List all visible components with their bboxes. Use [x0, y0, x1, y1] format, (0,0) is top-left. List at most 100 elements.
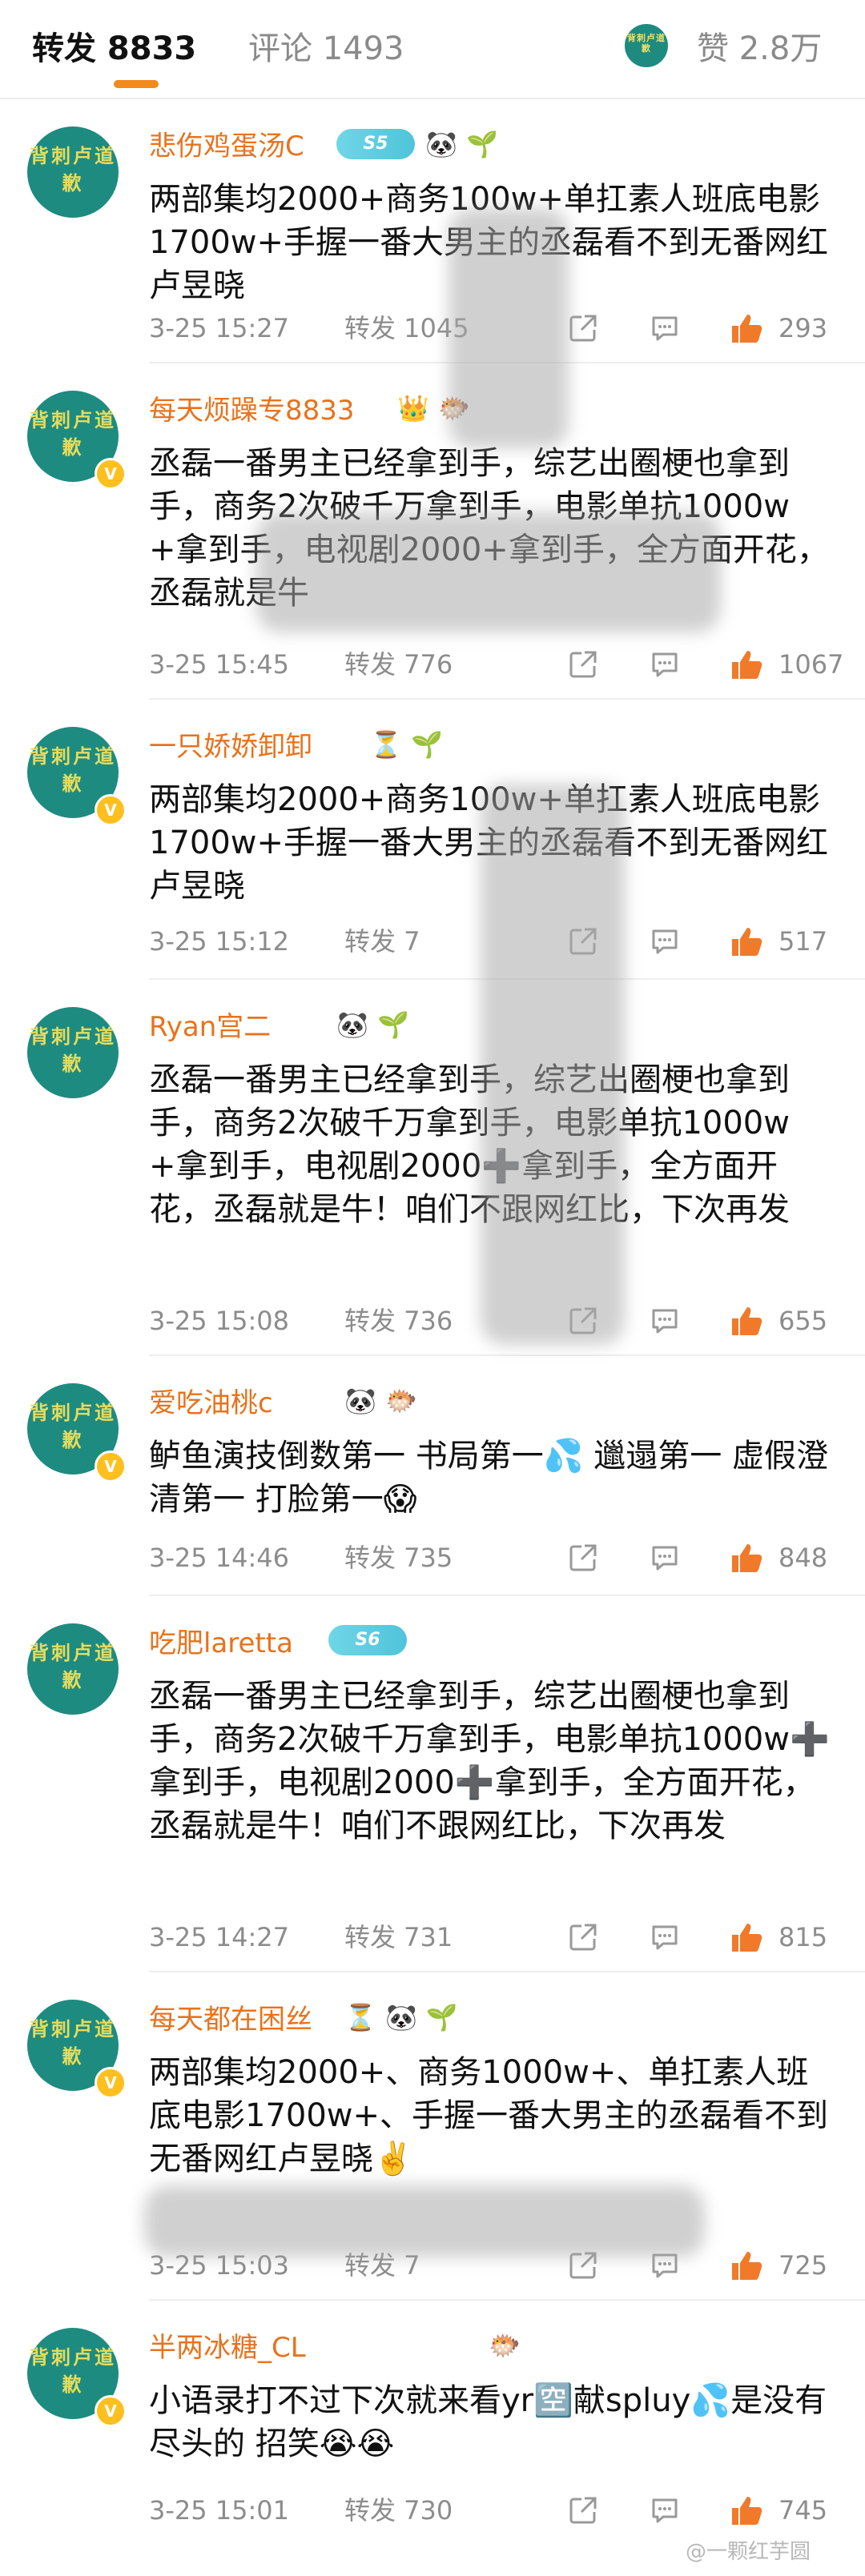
username[interactable]: 悲伤鸡蛋汤C	[149, 126, 304, 167]
comment-icon	[652, 1309, 678, 1334]
repost-text: 丞磊一番男主已经拿到手，综艺出圈梗也拿到手，商务2次破千万拿到手，电影单抗100…	[149, 1678, 830, 1844]
share-button[interactable]	[567, 1539, 602, 1577]
comment-button[interactable]	[649, 1918, 684, 1956]
comment-button[interactable]	[649, 1302, 684, 1340]
verified-badge-icon: V	[95, 2067, 127, 2099]
tab-bar: 转发 8833 评论 1493 背刺卢道歉 赞 2.8万	[0, 0, 865, 99]
thumbs-up-icon	[732, 928, 762, 956]
like-count: 725	[778, 2250, 828, 2281]
timestamp: 3-25 15:08	[149, 1306, 290, 1336]
verified-badge-icon: V	[95, 794, 127, 826]
username[interactable]: 每天烦躁专8833	[149, 391, 355, 431]
comment-button[interactable]	[649, 2491, 684, 2530]
timestamp: 3-25 14:46	[149, 1543, 290, 1573]
privacy-blur	[256, 512, 721, 632]
tab-repost[interactable]: 转发 8833	[32, 27, 196, 70]
panda-badge-icon: 🐼	[336, 1009, 368, 1040]
sprout-badge-icon: 🌱	[410, 729, 443, 760]
comment-icon	[652, 2498, 678, 2523]
thumbs-up-icon	[732, 1544, 762, 1572]
comment-button[interactable]	[649, 922, 684, 961]
repost-count: 转发 735	[344, 1543, 453, 1573]
like-button[interactable]: 745	[729, 2491, 849, 2530]
username[interactable]: 每天都在困丝	[149, 2000, 312, 2040]
share-icon	[569, 315, 597, 342]
like-count: 815	[778, 1922, 828, 1952]
like-button[interactable]: 1067	[729, 645, 849, 684]
timestamp: 3-25 15:12	[149, 926, 290, 957]
sprout-badge-icon: 🌱	[425, 2002, 458, 2032]
comment-button[interactable]	[649, 645, 684, 684]
user-badges: S6	[328, 1625, 413, 1662]
hourglass-badge-icon: ⏳	[370, 729, 402, 760]
share-button[interactable]	[567, 1918, 602, 1956]
comment-icon	[652, 929, 678, 954]
avatar[interactable]: 背刺卢道歉	[27, 1623, 119, 1715]
share-icon	[569, 1924, 597, 1951]
thumbs-up-icon	[732, 651, 762, 679]
user-badges: 🐼 🌱	[336, 1009, 414, 1045]
like-button[interactable]: 725	[729, 2246, 849, 2285]
comment-icon	[652, 652, 678, 677]
like-count: 848	[778, 1543, 828, 1573]
username[interactable]: 爱吃油桃c	[149, 1383, 273, 1423]
like-button[interactable]: 655	[729, 1302, 849, 1340]
timestamp: 3-25 15:01	[149, 2495, 290, 2526]
tab-likes[interactable]: 赞 2.8万	[697, 27, 822, 70]
user-badges: 🐡	[489, 2329, 525, 2366]
share-button[interactable]	[567, 645, 602, 684]
level-badge: S6	[328, 1625, 407, 1655]
username[interactable]: 吃肥laretta	[149, 1623, 293, 1663]
share-button[interactable]	[567, 2491, 602, 2530]
repost-item: 背刺卢道歉 V 半两冰糖_CL 🐡 小语录打不过下次就来看yr🈳献spluy💦是…	[0, 2301, 865, 2549]
panda-badge-icon: 🐼	[344, 1386, 376, 1416]
timestamp: 3-25 15:27	[149, 313, 290, 343]
user-badges: S5 🐼 🌱	[336, 128, 503, 165]
like-count: 1067	[778, 649, 844, 680]
privacy-blur	[481, 784, 625, 1345]
repost-text: 小语录打不过下次就来看yr🈳献spluy💦是没有尽头的 招笑😭😭	[149, 2382, 827, 2462]
repost-item: 背刺卢道歉 V 爱吃油桃c 🐼 🐡 鲈鱼演技倒数第一 书局第一💦 邋遢第一 虚假…	[0, 1356, 865, 1596]
user-badges: ⏳ 🐼 🌱	[344, 2001, 463, 2038]
like-button[interactable]: 848	[729, 1539, 849, 1577]
like-button[interactable]: 517	[729, 922, 849, 961]
hourglass-badge-icon: ⏳	[344, 2002, 376, 2032]
pufferfish-badge-icon: 🐡	[489, 2330, 521, 2361]
privacy-blur	[449, 208, 569, 448]
comment-button[interactable]	[649, 309, 684, 347]
like-button[interactable]: 293	[729, 309, 849, 347]
thumbs-up-icon	[732, 1924, 762, 1952]
comment-button[interactable]	[649, 1539, 684, 1577]
thumbs-up-icon	[732, 2252, 762, 2280]
author-avatar-small[interactable]: 背刺卢道歉	[625, 24, 668, 67]
repost-item: 背刺卢道歉 悲伤鸡蛋汤C S5 🐼 🌱 两部集均2000+商务100w+单扛素人…	[0, 99, 865, 363]
repost-count: 转发 7	[344, 926, 420, 957]
thumbs-up-icon	[732, 1307, 762, 1335]
username[interactable]: 一只娇娇卸卸	[149, 727, 312, 767]
username[interactable]: 半两冰糖_CL	[149, 2328, 306, 2368]
panda-badge-icon: 🐼	[384, 2002, 417, 2032]
privacy-blur	[144, 2185, 705, 2257]
avatar[interactable]: 背刺卢道歉	[27, 1007, 119, 1098]
repost-item: 背刺卢道歉 V 一只娇娇卸卸 ⏳ 🌱 两部集均2000+商务100w+单扛素人班…	[0, 700, 865, 980]
like-button[interactable]: 815	[729, 1918, 849, 1956]
sprout-badge-icon: 🌱	[466, 129, 498, 159]
user-badges: ⏳ 🌱	[370, 728, 448, 765]
thumbs-up-icon	[732, 315, 762, 343]
level-badge: S5	[336, 129, 415, 159]
like-count: 745	[778, 2495, 828, 2526]
tab-comments[interactable]: 评论 1493	[248, 27, 404, 70]
repost-item: 背刺卢道歉 吃肥laretta S6 丞磊一番男主已经拿到手，综艺出圈梗也拿到手…	[0, 1596, 865, 1972]
verified-badge-icon: V	[95, 458, 127, 490]
panda-badge-icon: 🐼	[425, 129, 457, 159]
avatar[interactable]: 背刺卢道歉	[27, 126, 119, 218]
username[interactable]: Ryan宫二	[149, 1007, 271, 1047]
repost-item: 背刺卢道歉 Ryan宫二 🐼 🌱 丞磊一番男主已经拿到手，综艺出圈梗也拿到手，商…	[0, 980, 865, 1356]
sprout-badge-icon: 🌱	[376, 1009, 409, 1040]
timestamp: 3-25 15:45	[149, 649, 290, 680]
share-button[interactable]	[567, 309, 602, 347]
comment-icon	[652, 1925, 678, 1950]
verified-badge-icon: V	[95, 1451, 127, 1483]
active-tab-indicator	[114, 80, 159, 88]
comment-icon	[652, 1546, 678, 1571]
